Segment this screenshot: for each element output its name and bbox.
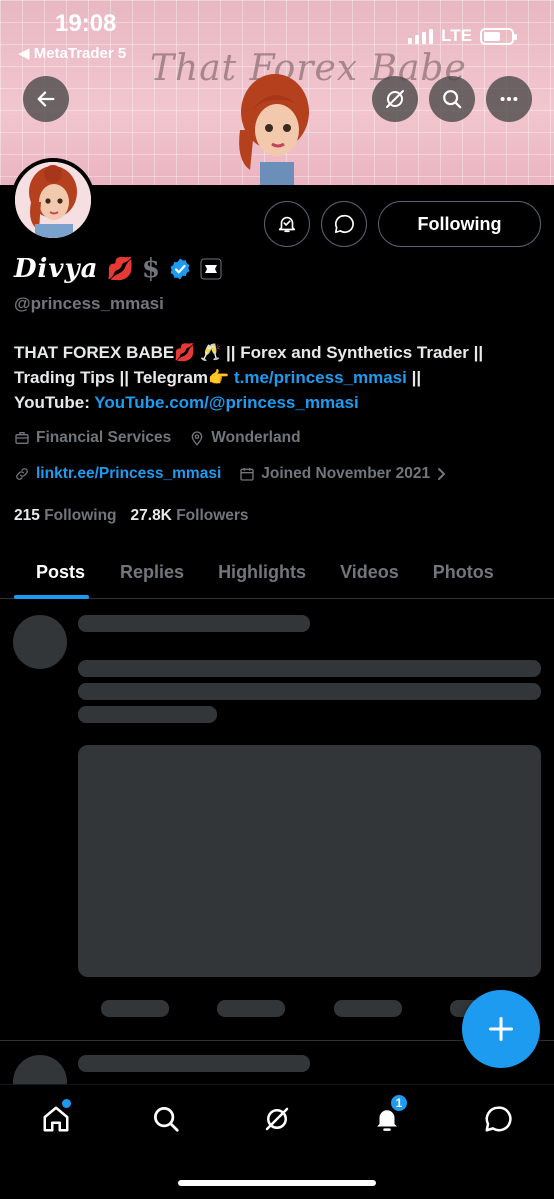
profile-name-row: Divya 💋 $ [14,254,222,284]
tab-videos[interactable]: Videos [323,545,416,599]
skeleton-line [78,683,541,700]
verified-badge-icon[interactable] [168,257,192,281]
followers-stat-label: Followers [176,507,249,524]
briefcase-icon [15,432,29,444]
bio-line-1: THAT FOREX BABE💋 🥂 || Forex and Syntheti… [14,343,484,362]
grok-nav-icon [265,1107,289,1131]
location-label: Wonderland [211,429,301,446]
more-icon [500,96,518,102]
tab-replies[interactable]: Replies [103,545,201,599]
telegram-link[interactable]: t.me/princess_mmasi [234,368,407,387]
tab-highlights[interactable]: Highlights [201,545,323,599]
name-dollar-symbol: $ [141,254,160,284]
compose-button[interactable] [462,990,540,1068]
nav-grok[interactable] [257,1099,297,1139]
website-item[interactable]: linktr.ee/Princess_mmasi [14,465,221,483]
more-button[interactable] [486,76,532,122]
skeleton-action [101,1000,169,1017]
tab-photos[interactable]: Photos [416,545,511,599]
notify-button[interactable] [264,201,310,247]
profile-tabs: Posts Replies Highlights Videos Photos [0,545,554,599]
cell-signal-icon [408,28,434,44]
following-stat[interactable]: 215 Following [14,507,117,525]
profile-bio: THAT FOREX BABE💋 🥂 || Forex and Syntheti… [14,340,542,415]
tab-posts[interactable]: Posts [0,545,103,599]
nav-messages[interactable] [478,1099,518,1139]
skeleton-line [78,1055,310,1072]
bio-line-3: YouTube: YouTube.com/@princess_mmasi [14,390,542,415]
home-icon [43,1106,69,1132]
joined-label: Joined November 2021 [261,465,431,482]
profile-meta-row-2: linktr.ee/Princess_mmasi Joined November… [14,465,460,483]
calendar-icon [240,468,254,481]
status-indicators: LTE [408,26,517,46]
bio-text: YouTube: [14,393,95,412]
grok-icon [386,90,404,108]
following-button[interactable]: Following [378,201,541,247]
affiliate-badge-icon[interactable] [200,258,222,280]
profile-avatar[interactable] [11,158,95,242]
website-link[interactable]: linktr.ee/Princess_mmasi [36,465,221,483]
profile-name: Divya [14,254,99,284]
back-arrow-icon [37,91,55,107]
avatar-illustration [15,162,91,238]
message-icon [334,214,354,234]
banner-character-illustration [239,74,309,185]
skeleton-avatar [13,615,67,669]
skeleton-line [78,706,217,723]
location-item: Wonderland [189,429,301,447]
messages-nav-icon [485,1106,512,1132]
chevron-right-icon [438,468,446,480]
joined-item[interactable]: Joined November 2021 [239,465,448,483]
bio-text: Trading Tips || Telegram👉 [14,368,234,387]
profile-meta-row-1: Financial Services Wonderland [14,429,313,447]
search-icon [443,90,462,109]
skeleton-line [78,615,310,632]
profile-handle: @princess_mmasi [14,294,164,313]
network-type: LTE [441,26,472,45]
skeleton-action [334,1000,402,1017]
skeleton-line [78,660,541,677]
notify-bell-icon [278,216,296,233]
bio-line-2: Trading Tips || Telegram👉 t.me/princess_… [14,365,542,390]
nav-notifications[interactable]: 1 [367,1093,409,1139]
back-button[interactable] [23,76,69,122]
nav-home[interactable] [36,1099,76,1139]
followers-count: 27.8K [130,507,172,524]
follow-stats: 215 Following 27.8K Followers [14,507,249,525]
compose-plus-icon [488,1016,514,1042]
following-count: 215 [14,507,40,524]
message-button[interactable] [321,201,367,247]
name-lips-emoji: 💋 [106,256,134,281]
home-unread-dot [62,1099,71,1108]
category-label: Financial Services [36,429,172,446]
bio-separator: || [406,368,422,387]
location-pin-icon [191,431,203,446]
skeleton-media [78,745,541,977]
battery-icon [480,27,517,45]
grok-button[interactable] [372,76,418,122]
back-to-app-link[interactable]: ◀ MetaTrader 5 [18,44,126,62]
link-icon [16,468,28,480]
status-time: 19:08 [55,10,117,37]
following-stat-label: Following [44,507,117,524]
explore-icon [154,1107,179,1132]
youtube-link[interactable]: YouTube.com/@princess_mmasi [94,393,358,412]
followers-stat[interactable]: 27.8K Followers [131,507,249,525]
notification-badge: 1 [389,1093,409,1113]
skeleton-action [217,1000,285,1017]
nav-explore[interactable] [146,1099,186,1139]
search-button[interactable] [429,76,475,122]
home-indicator [178,1180,376,1186]
category-item: Financial Services [14,429,171,447]
